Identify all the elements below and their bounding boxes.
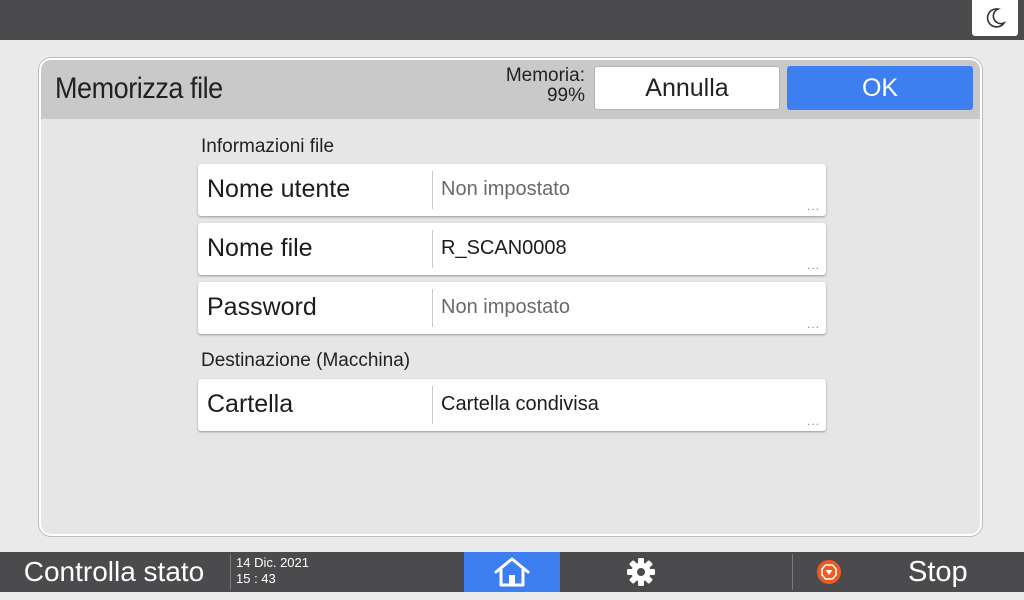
stop-icon [817, 560, 841, 584]
field-password[interactable]: Password Non impostato ... [198, 282, 826, 334]
store-file-dialog: Memorizza file Memoria: 99% Annulla OK I… [39, 58, 982, 536]
check-status-button[interactable]: Controlla stato [0, 552, 228, 592]
ok-button[interactable]: OK [787, 66, 973, 110]
memory-value: 99% [546, 85, 585, 106]
field-folder[interactable]: Cartella Cartella condivisa ... [198, 379, 826, 431]
cancel-button[interactable]: Annulla [594, 66, 780, 110]
date-text: 14 Dic. 2021 [236, 555, 309, 570]
field-value: R_SCAN0008 [441, 237, 567, 259]
divider [792, 554, 793, 590]
moon-icon [986, 8, 1006, 28]
memory-label: Memoria: [505, 65, 585, 86]
section-destination: Destinazione (Macchina) [201, 350, 411, 371]
field-value: Non impostato [441, 296, 570, 318]
field-value: Non impostato [441, 178, 570, 200]
stop-label: Stop [908, 556, 968, 588]
dialog-title: Memorizza file [55, 72, 223, 105]
divider [432, 230, 433, 268]
section-file-info: Informazioni file [201, 136, 335, 157]
dialog-header: Memorizza file Memoria: 99% Annulla OK [41, 60, 980, 119]
divider [432, 289, 433, 327]
field-label: Nome utente [207, 175, 351, 203]
field-label: Password [207, 293, 317, 321]
divider [432, 171, 433, 209]
field-label: Cartella [207, 390, 294, 418]
field-user-name[interactable]: Nome utente Non impostato ... [198, 164, 826, 216]
home-button[interactable] [464, 552, 560, 592]
stop-button[interactable]: Stop [794, 552, 1024, 592]
bottom-bar: Controlla stato 14 Dic. 2021 15 : 43 Sto… [0, 552, 1024, 592]
top-bar [0, 0, 1024, 40]
more-icon: ... [806, 317, 820, 331]
more-icon: ... [806, 199, 820, 213]
settings-button[interactable] [596, 552, 686, 592]
home-icon [494, 557, 530, 587]
more-icon: ... [806, 258, 820, 272]
memory-indicator: Memoria: 99% [481, 66, 585, 106]
divider [432, 386, 433, 424]
time-text: 15 : 43 [236, 571, 276, 586]
bottom-strip [0, 592, 1024, 600]
field-value: Cartella condivisa [441, 393, 599, 415]
field-label: Nome file [207, 234, 313, 262]
night-mode-button[interactable] [972, 0, 1018, 36]
field-file-name[interactable]: Nome file R_SCAN0008 ... [198, 223, 826, 275]
more-icon: ... [806, 414, 820, 428]
divider [230, 554, 231, 590]
date-time: 14 Dic. 2021 15 : 43 [236, 555, 309, 587]
gear-icon [627, 558, 655, 586]
